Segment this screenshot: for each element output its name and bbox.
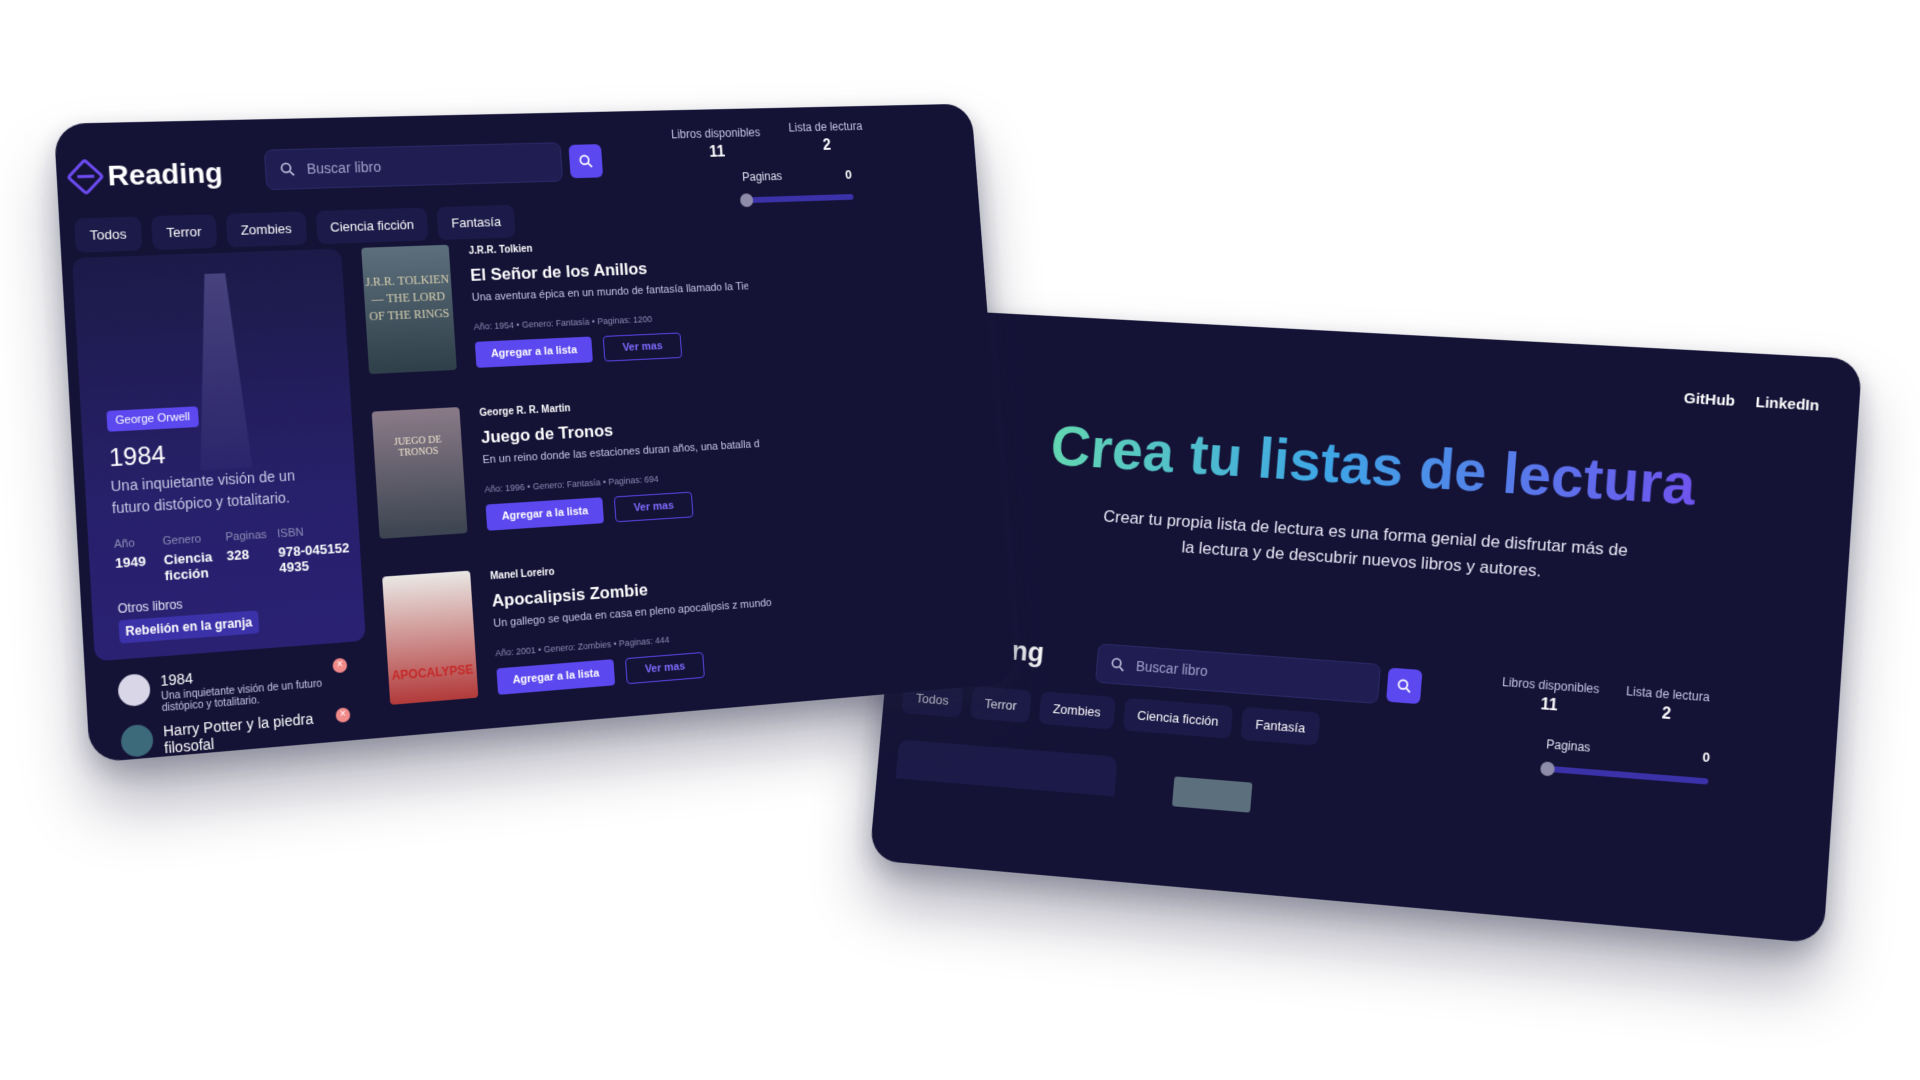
pages-value: 0 [1702, 749, 1711, 765]
reading-item-title: 1984 [160, 670, 194, 689]
search-button[interactable] [1386, 668, 1422, 705]
book-card: JUEGO DE TRONOS George R. R. Martin Jueg… [372, 391, 777, 544]
book-author: J.R.R. Tolkien [468, 244, 532, 257]
meta-value: 978-0451524935 [278, 540, 351, 576]
available-books-label: Libros disponibles [664, 125, 767, 141]
pages-slider-knob[interactable] [1540, 761, 1555, 776]
remove-icon[interactable]: × [335, 707, 350, 723]
featured-pages: Paginas 328 [225, 529, 268, 564]
tab-zombies[interactable]: Zombies [1038, 691, 1115, 729]
other-books-label: Otros libros [117, 597, 183, 616]
featured-genre: Genero Ciencia ficción [162, 532, 217, 583]
pages-filter: Paginas 0 [742, 167, 854, 209]
pages-slider[interactable] [1544, 766, 1708, 785]
book-cover: APOCALYPSE [382, 571, 478, 705]
remove-icon[interactable]: × [332, 658, 347, 674]
featured-title: 1984 [108, 441, 166, 473]
featured-card-preview [896, 739, 1118, 796]
reading-list-stat: Lista de lectura 2 [1609, 683, 1725, 728]
add-to-list-button[interactable]: Agregar a la lista [475, 337, 593, 368]
pages-label: Paginas [1546, 737, 1711, 764]
meta-label: Año [114, 537, 145, 552]
tab-ciencia-ficcion[interactable]: Ciencia ficción [315, 207, 429, 244]
linkedin-link[interactable]: LinkedIn [1755, 394, 1820, 415]
cover-text: J.R.R. TOLKIEN — THE LORD OF THE RINGS [361, 245, 453, 325]
tab-fantasia[interactable]: Fantasía [437, 205, 516, 240]
meta-label: Genero [162, 532, 215, 548]
reading-list-item: 1984 Una inquietante visión de un futuro… [117, 658, 349, 718]
book-cover: JUEGO DE TRONOS [372, 407, 468, 539]
see-more-button[interactable]: Ver mas [625, 652, 705, 684]
reading-list-item: Harry Potter y la piedra filosofal × [120, 707, 352, 763]
book-cover-preview [1172, 776, 1253, 812]
app-name: Reading [107, 157, 224, 193]
reading-list-value: 2 [1609, 701, 1723, 728]
search-icon [1110, 657, 1125, 672]
meta-value: Ciencia ficción [163, 549, 217, 584]
meta-value: 1949 [115, 553, 147, 571]
pages-label: Paginas [742, 167, 853, 184]
add-to-list-button[interactable]: Agregar a la lista [496, 659, 615, 695]
book-meta: Año: 1996 • Genero: Fantasía • Paginas: … [484, 474, 659, 495]
tab-zombies[interactable]: Zombies [225, 211, 307, 247]
search-bar[interactable] [1095, 643, 1381, 704]
cover-text: APOCALYPSE [382, 571, 477, 684]
search-icon [1397, 678, 1412, 693]
cover-text: JUEGO DE TRONOS [372, 407, 463, 460]
see-more-button[interactable]: Ver mas [603, 332, 683, 361]
hero-subtitle: Crear tu propia lista de lectura es una … [1096, 504, 1633, 592]
pages-slider[interactable] [744, 194, 854, 203]
add-to-list-button[interactable]: Agregar a la lista [486, 497, 605, 531]
book-title: El Señor de los Anillos [470, 259, 648, 286]
meta-label: Paginas [225, 529, 267, 544]
search-input[interactable] [304, 154, 534, 178]
tab-ciencia-ficcion[interactable]: Ciencia ficción [1122, 698, 1233, 739]
available-books-value: 11 [665, 143, 768, 163]
pages-filter: Paginas 0 [1544, 737, 1711, 791]
search-input[interactable] [1133, 657, 1352, 691]
book-thumbnail [117, 673, 151, 707]
search-icon [280, 162, 295, 177]
available-books-stat: Libros disponibles 11 [664, 125, 769, 162]
book-author: George R. R. Martin [479, 403, 571, 419]
app-logo[interactable]: Reading [71, 157, 224, 194]
reading-list-stat: Lista de lectura 2 [775, 119, 877, 156]
book-card: APOCALYPSE Manel Loreiro Apocalipsis Zom… [382, 549, 788, 710]
github-link[interactable]: GitHub [1683, 390, 1735, 410]
see-more-button[interactable]: Ver mas [614, 492, 694, 523]
logo-icon [66, 158, 105, 196]
book-thumbnail [120, 724, 154, 758]
other-book-link[interactable]: Rebelión en la granja [118, 610, 259, 643]
reading-list-label: Lista de lectura [775, 119, 876, 135]
reading-list-value: 2 [776, 136, 877, 156]
tab-terror[interactable]: Terror [970, 686, 1032, 723]
featured-isbn: ISBN 978-0451524935 [277, 523, 351, 575]
meta-value: 328 [226, 545, 268, 563]
book-meta: Año: 2001 • Genero: Zombies • Paginas: 4… [495, 635, 670, 659]
book-card: J.R.R. TOLKIEN — THE LORD OF THE RINGS J… [361, 234, 765, 379]
featured-book-card: George Orwell 1984 Una inquietante visió… [72, 249, 366, 662]
featured-author-badge: George Orwell [106, 406, 199, 432]
hero-title: Crea tu listas de lectura [961, 408, 1793, 525]
book-cover: J.R.R. TOLKIEN — THE LORD OF THE RINGS [361, 245, 457, 374]
book-title: Juego de Tronos [480, 421, 613, 448]
featured-year: Año 1949 [114, 537, 147, 571]
pages-slider-knob[interactable] [740, 193, 754, 207]
pages-value: 0 [845, 167, 853, 181]
book-meta: Año: 1954 • Genero: Fantasía • Paginas: … [473, 314, 652, 332]
featured-cover-glow [189, 273, 253, 471]
meta-label: ISBN [277, 523, 349, 540]
search-button[interactable] [568, 144, 603, 178]
app-screen-landing: GitHub LinkedIn Crea tu listas de lectur… [869, 309, 1862, 944]
available-books-stat: Libros disponibles 11 [1493, 674, 1607, 719]
search-bar[interactable] [264, 142, 563, 190]
reading-item-title: Harry Potter y la piedra filosofal [163, 710, 321, 757]
tab-terror[interactable]: Terror [151, 214, 217, 250]
app-screen-library: Reading Libros disponibles 11 Lista de l… [54, 104, 1017, 763]
tab-fantasia[interactable]: Fantasía [1241, 707, 1321, 746]
tab-todos[interactable]: Todos [74, 216, 142, 252]
book-author: Manel Loreiro [490, 567, 555, 583]
available-books-value: 11 [1493, 693, 1606, 720]
search-icon [579, 154, 593, 168]
